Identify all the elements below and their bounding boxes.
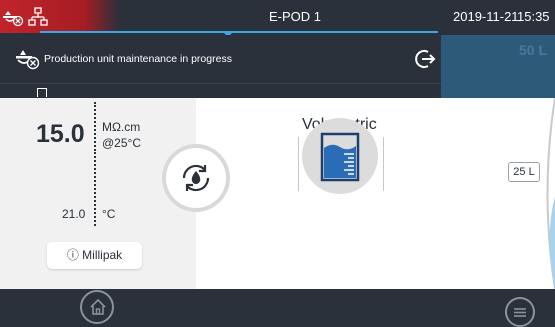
menu-icon: [514, 308, 526, 317]
tank-outline: [546, 98, 555, 289]
divider: [94, 156, 96, 226]
notification-banner[interactable]: Production unit maintenance in progress: [0, 35, 441, 83]
home-icon: [90, 298, 106, 315]
status-time: 15:35: [517, 9, 550, 24]
temperature-value: 21.0: [62, 207, 86, 221]
maintenance-alert-icon: [16, 50, 40, 70]
resistivity-unit: MΩ.cm: [102, 120, 141, 134]
divider: [94, 102, 96, 154]
device-title: E-POD 1: [268, 9, 321, 24]
tank-marker-label: 25 L: [513, 166, 535, 178]
notification-subbar: [0, 83, 441, 99]
temperature-unit: °C: [102, 207, 116, 221]
recirculation-button[interactable]: [166, 148, 226, 208]
resistivity-value: 15.0: [36, 120, 85, 148]
status-bar: E-POD 1 2019-11-21 15:35: [0, 0, 555, 37]
home-button[interactable]: [80, 290, 114, 324]
volumetric-button[interactable]: [302, 118, 378, 194]
tank-level-marker: 25 L: [508, 162, 540, 182]
menu-button[interactable]: [505, 297, 535, 327]
pack-label: Millipak: [82, 248, 123, 262]
graduated-cylinder-icon: [320, 132, 360, 182]
recirculation-drop-icon: [182, 164, 210, 192]
exit-icon[interactable]: [414, 48, 436, 70]
status-accent-line: [40, 31, 438, 33]
resistivity-reference: @25°C: [102, 136, 141, 150]
status-date: 2019-11-21: [453, 9, 519, 24]
network-icon[interactable]: [28, 7, 48, 27]
water-alarm-icon[interactable]: [2, 7, 24, 27]
notification-subbar-mark: [37, 88, 47, 97]
notification-text: Production unit maintenance in progress: [44, 53, 232, 65]
tank-volume-label: 50 L: [519, 42, 548, 58]
info-icon: ⓘ: [66, 248, 79, 262]
pack-info-button[interactable]: ⓘ Millipak: [47, 242, 142, 269]
